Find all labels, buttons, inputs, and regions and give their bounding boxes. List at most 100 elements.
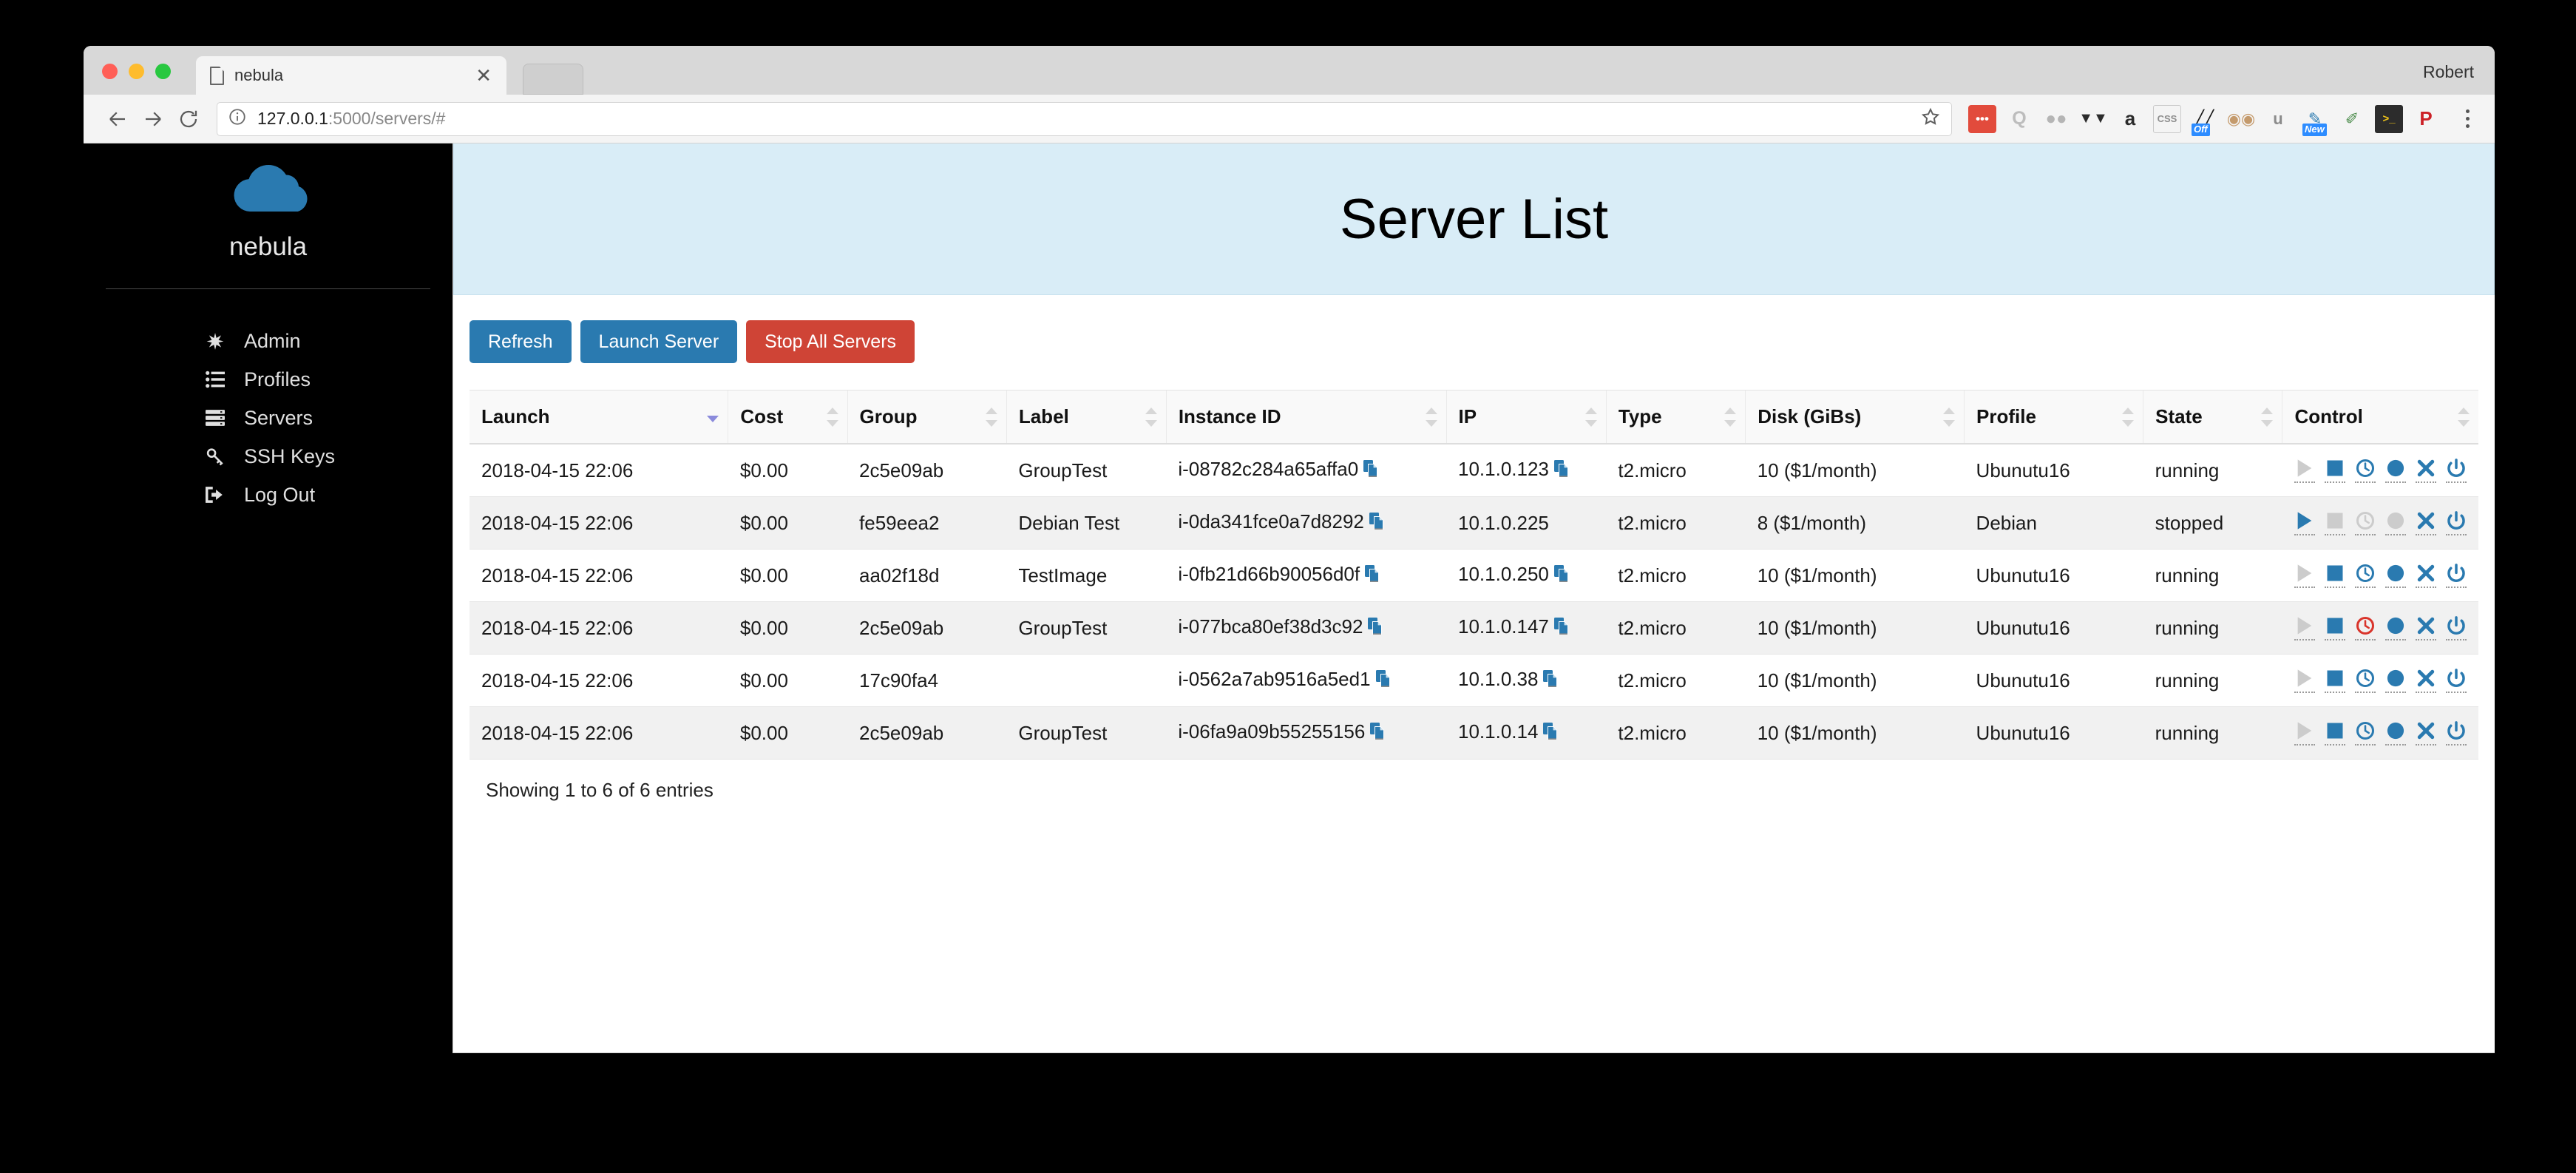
css-extension-icon[interactable]: CSS [2153,104,2181,133]
stop-server-icon[interactable] [2324,563,2345,588]
status-server-icon[interactable] [2385,510,2406,535]
start-server-icon[interactable] [2294,563,2315,588]
status-server-icon[interactable] [2385,563,2406,588]
quantcast-extension-icon[interactable]: Q [2005,105,2033,133]
schedule-server-icon[interactable] [2354,510,2376,535]
sidebar-item-profiles[interactable]: Profiles [206,360,453,399]
sidebar-item-ssh-keys[interactable]: SSH Keys [206,437,453,476]
page-info-icon[interactable] [228,107,247,130]
schedule-server-icon[interactable] [2354,458,2376,483]
column-header-instance-id[interactable]: Instance ID [1165,390,1446,444]
column-header-control[interactable]: Control [2282,390,2478,444]
copy-icon[interactable] [1368,618,1384,640]
schedule-server-icon[interactable] [2354,720,2376,746]
amazon-extension-icon[interactable]: a [2116,105,2144,133]
refresh-button[interactable]: Refresh [470,320,572,363]
browser-tab[interactable]: nebula ✕ [196,56,506,95]
status-server-icon[interactable] [2385,615,2406,640]
stop-server-icon[interactable] [2324,720,2345,746]
stop-server-icon[interactable] [2324,668,2345,693]
forward-arrow-icon[interactable] [135,101,171,137]
minimize-window-button[interactable] [129,64,144,79]
pocket-extension-icon[interactable]: ••• [1968,104,1996,133]
copy-icon[interactable] [1369,513,1386,535]
terminate-server-icon[interactable] [2415,720,2436,746]
terminate-server-icon[interactable] [2415,615,2436,640]
ublock-extension-icon[interactable]: u [2264,105,2292,133]
reboot-server-icon[interactable] [2445,615,2467,640]
copy-icon[interactable] [1370,723,1386,746]
stop-all-servers-button[interactable]: Stop All Servers [746,320,915,363]
copy-icon[interactable] [1553,565,1570,588]
column-header-cost[interactable]: Cost [728,390,848,444]
status-server-icon[interactable] [2385,668,2406,693]
column-header-disk[interactable]: Disk (GiBs) [1745,390,1965,444]
start-server-icon[interactable] [2294,720,2315,746]
star-icon[interactable] [1920,107,1941,131]
sidebar-item-log-out[interactable]: Log Out [206,476,453,514]
reboot-server-icon[interactable] [2445,720,2467,746]
schedule-server-icon[interactable] [2354,563,2376,588]
copy-icon[interactable] [1553,460,1570,483]
reload-icon[interactable] [171,101,206,137]
column-header-label: Control [2294,405,2363,427]
disconnect-extension-icon[interactable]: ▼▼ [2078,105,2108,133]
reboot-server-icon[interactable] [2445,458,2467,483]
copy-icon[interactable] [1543,723,1559,746]
cell-type-text: t2.micro [1618,459,1687,481]
back-arrow-icon[interactable] [100,101,135,137]
maximize-window-button[interactable] [155,64,171,79]
column-header-launch[interactable]: Launch [470,390,728,444]
close-window-button[interactable] [102,64,118,79]
column-header-type[interactable]: Type [1605,390,1746,444]
evernote-extension-icon[interactable]: ✎ New [2301,105,2329,136]
script-blocker-extension-icon[interactable]: ╱╱ Off [2190,105,2218,136]
cell-profile: Ubunutu16 [1964,706,2143,760]
column-header-label[interactable]: Label [1006,390,1167,444]
copy-icon[interactable] [1543,670,1559,693]
copy-icon[interactable] [1363,460,1380,483]
copy-icon[interactable] [1375,670,1392,693]
reboot-server-icon[interactable] [2445,563,2467,588]
status-server-icon[interactable] [2385,458,2406,483]
start-server-icon[interactable] [2294,458,2315,483]
terminate-server-icon[interactable] [2415,563,2436,588]
terminate-server-icon[interactable] [2415,510,2436,535]
column-header-profile[interactable]: Profile [1964,390,2143,444]
colorpicker-extension-icon[interactable]: ✐ [2338,105,2366,133]
schedule-server-icon[interactable] [2354,615,2376,640]
sidebar-nav: Admin Profiles Servers SSH Keys Log Out [84,322,453,514]
reboot-server-icon[interactable] [2445,668,2467,693]
terminal-extension-icon[interactable]: >_ [2375,104,2403,133]
status-server-icon[interactable] [2385,720,2406,746]
stop-server-icon[interactable] [2324,615,2345,640]
cell-state-text: running [2155,564,2220,586]
sidebar-item-admin[interactable]: Admin [206,322,453,360]
column-header-state[interactable]: State [2143,390,2282,444]
ghostery-extension-icon[interactable]: ●● [2042,105,2070,133]
main-content: Server List Refresh Launch Server Stop A… [453,143,2495,1053]
stop-server-icon[interactable] [2324,510,2345,535]
reboot-server-icon[interactable] [2445,510,2467,535]
column-header-ip[interactable]: IP [1445,390,1607,444]
close-icon[interactable]: ✕ [472,66,495,85]
copy-icon[interactable] [1365,565,1381,588]
start-server-icon[interactable] [2294,668,2315,693]
schedule-server-icon[interactable] [2354,668,2376,693]
terminate-server-icon[interactable] [2415,668,2436,693]
terminate-server-icon[interactable] [2415,458,2436,483]
stop-server-icon[interactable] [2324,458,2345,483]
copy-icon[interactable] [1553,618,1570,640]
sidebar-item-servers[interactable]: Servers [206,399,453,437]
start-server-icon[interactable] [2294,510,2315,535]
cell-type: t2.micro [1606,496,1746,550]
launch-server-button[interactable]: Launch Server [580,320,738,363]
kebab-menu-icon[interactable] [2456,109,2478,128]
address-bar[interactable]: 127.0.0.1:5000/servers/# [217,101,1952,136]
pinterest-extension-icon[interactable]: P [2412,105,2440,133]
column-header-group[interactable]: Group [847,390,1007,444]
new-tab-icon[interactable] [523,64,583,95]
start-server-icon[interactable] [2294,615,2315,640]
privacy-badger-extension-icon[interactable]: ◉◉ [2227,105,2255,133]
cell-cost-text: $0.00 [739,721,788,744]
